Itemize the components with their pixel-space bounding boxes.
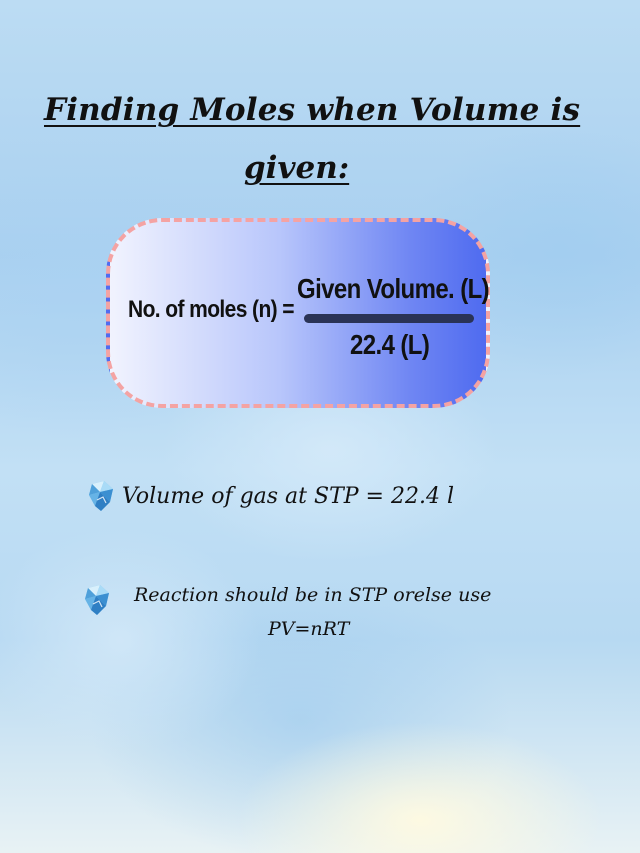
formula-lhs: No. of moles (n) = (128, 296, 295, 323)
formula-card: No. of moles (n) = Given Volume. (L) 22.… (106, 218, 490, 408)
fraction-bar (304, 314, 474, 323)
crystal-icon (82, 584, 112, 616)
page: Finding Moles when Volume is given: No. … (0, 0, 640, 853)
note-text: Volume of gas at STP = 22.4 l (122, 484, 454, 509)
formula-numerator: Given Volume. (L) (297, 273, 490, 305)
formula-denominator: 22.4 (L) (350, 329, 430, 361)
crystal-icon (86, 480, 116, 512)
page-title-line-2: given: (244, 150, 350, 186)
note-text-line-2: PV=nRT (268, 618, 350, 640)
page-title-line-1: Finding Moles when Volume is (44, 92, 581, 128)
note-text-line-1: Reaction should be in STP orelse use (134, 584, 492, 606)
